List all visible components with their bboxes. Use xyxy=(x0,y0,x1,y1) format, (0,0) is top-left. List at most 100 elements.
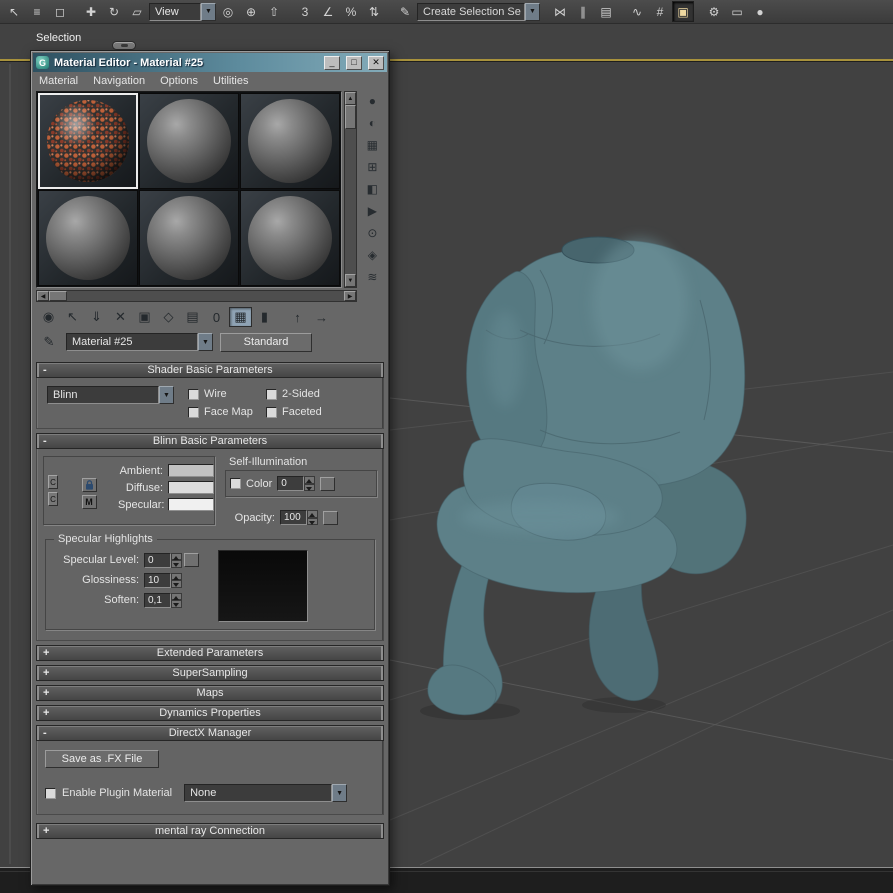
chevron-down-icon[interactable]: ▼ xyxy=(198,333,213,351)
self-illum-map-button[interactable] xyxy=(320,476,336,491)
self-illum-value[interactable]: 0 xyxy=(277,476,305,491)
background-icon[interactable]: ▦ xyxy=(363,136,381,153)
named-selection-set-combo[interactable]: Create Selection Se ▼ xyxy=(417,2,540,21)
horizontal-scroll-track[interactable] xyxy=(67,291,344,301)
spinner-down-icon[interactable] xyxy=(171,600,182,608)
rollout-header-mental-ray[interactable]: + mental ray Connection xyxy=(36,823,384,839)
wire-checkbox[interactable] xyxy=(188,388,199,400)
opacity-spinner[interactable]: 100 xyxy=(280,510,318,525)
make-preview-icon[interactable]: ▶ xyxy=(363,202,381,219)
spinner-down-icon[interactable] xyxy=(304,483,316,491)
chevron-down-icon[interactable]: ▼ xyxy=(159,386,174,404)
menu-navigation[interactable]: Navigation xyxy=(93,75,145,87)
soften-spinner[interactable]: 0,1 xyxy=(144,592,184,608)
chevron-down-icon[interactable]: ▼ xyxy=(332,784,348,802)
character-mesh[interactable] xyxy=(420,236,747,720)
spinner-up-icon[interactable] xyxy=(171,552,182,560)
select-and-rotate-icon[interactable]: ↻ xyxy=(103,1,125,22)
diffuse-color-swatch[interactable] xyxy=(168,481,214,494)
diffuse-map-button[interactable]: M xyxy=(81,495,97,509)
assign-material-to-selection-icon[interactable]: ⇓ xyxy=(85,307,108,327)
select-object-icon[interactable]: ↖ xyxy=(3,1,25,22)
select-and-manipulate-icon[interactable]: ⊕ xyxy=(240,1,262,22)
rollout-header-shader[interactable]: - Shader Basic Parameters xyxy=(36,362,384,378)
sample-slot-5[interactable] xyxy=(139,190,239,286)
named-selection-flyout-button[interactable] xyxy=(112,41,136,50)
spinner-snap-icon[interactable]: ⇅ xyxy=(363,1,385,22)
chevron-down-icon[interactable]: ▼ xyxy=(201,2,216,21)
spinner-up-icon[interactable] xyxy=(171,592,182,600)
go-forward-to-sibling-icon[interactable]: → xyxy=(310,307,333,327)
enable-plugin-material-checkbox[interactable] xyxy=(45,787,56,799)
soften-value[interactable]: 0,1 xyxy=(144,592,171,608)
rollout-header-supersampling[interactable]: + SuperSampling xyxy=(36,665,384,681)
pick-material-eyedropper-icon[interactable]: ✎ xyxy=(39,332,59,352)
shader-type-dropdown[interactable]: Blinn ▼ xyxy=(47,386,174,404)
sample-type-icon[interactable]: ● xyxy=(363,92,381,109)
select-by-name-icon[interactable]: ≡ xyxy=(26,1,48,22)
specular-level-map-button[interactable] xyxy=(184,553,199,567)
specular-level-value[interactable]: 0 xyxy=(144,552,171,568)
material-effects-channel-icon[interactable]: 0 xyxy=(205,307,228,327)
glossiness-value[interactable]: 10 xyxy=(144,572,171,588)
ambient-color-swatch[interactable] xyxy=(168,464,214,477)
sample-uv-tiling-icon[interactable]: ⊞ xyxy=(363,158,381,175)
spinner-up-icon[interactable] xyxy=(307,510,318,518)
sample-slot-1-selected[interactable] xyxy=(38,93,138,189)
ambient-diffuse-lock-icon[interactable]: C xyxy=(48,475,58,489)
self-illum-color-checkbox[interactable] xyxy=(230,478,241,489)
vertical-scroll-track[interactable] xyxy=(345,129,356,274)
use-pivot-center-icon[interactable]: ◎ xyxy=(217,1,239,22)
options-icon[interactable]: ⊙ xyxy=(363,224,381,241)
make-unique-icon[interactable]: ◇ xyxy=(157,307,180,327)
curve-editor-icon[interactable]: ∿ xyxy=(626,1,648,22)
reset-map-icon[interactable]: ✕ xyxy=(109,307,132,327)
video-color-check-icon[interactable]: ◧ xyxy=(363,180,381,197)
select-and-move-icon[interactable]: ✚ xyxy=(80,1,102,22)
render-setup-icon[interactable]: ⚙ xyxy=(703,1,725,22)
faceted-checkbox[interactable] xyxy=(266,406,277,418)
select-by-material-icon[interactable]: ◈ xyxy=(363,246,381,263)
self-illum-spinner[interactable]: 0 xyxy=(277,476,316,491)
schematic-view-icon[interactable]: # xyxy=(649,1,671,22)
sample-slot-3[interactable] xyxy=(240,93,340,189)
edit-named-selection-sets-icon[interactable]: ✎ xyxy=(394,1,416,22)
render-production-icon[interactable]: ● xyxy=(749,1,771,22)
layer-manager-icon[interactable]: ▤ xyxy=(595,1,617,22)
specular-color-swatch[interactable] xyxy=(168,498,214,511)
material-name-dropdown[interactable]: Material #25 ▼ xyxy=(66,333,213,351)
save-fx-file-button[interactable]: Save as .FX File xyxy=(45,750,159,768)
scroll-right-icon[interactable]: ▶ xyxy=(344,291,356,301)
select-and-scale-icon[interactable]: ▱ xyxy=(126,1,148,22)
rollout-header-maps[interactable]: + Maps xyxy=(36,685,384,701)
close-button[interactable]: ✕ xyxy=(368,55,384,70)
glossiness-spinner[interactable]: 10 xyxy=(144,572,184,588)
spinner-down-icon[interactable] xyxy=(171,580,182,588)
chevron-down-icon[interactable]: ▼ xyxy=(525,2,540,21)
material-type-button[interactable]: Standard xyxy=(220,332,312,352)
window-titlebar[interactable]: G Material Editor - Material #25 _ □ ✕ xyxy=(33,53,387,72)
spinner-up-icon[interactable] xyxy=(304,476,316,484)
opacity-value[interactable]: 100 xyxy=(280,510,307,525)
scroll-left-icon[interactable]: ◀ xyxy=(37,291,49,301)
make-material-copy-icon[interactable]: ▣ xyxy=(133,307,156,327)
keyboard-override-icon[interactable]: ⇧ xyxy=(263,1,285,22)
menu-material[interactable]: Material xyxy=(39,75,78,87)
rollout-header-extended-parameters[interactable]: + Extended Parameters xyxy=(36,645,384,661)
percent-snap-icon[interactable]: % xyxy=(340,1,362,22)
get-material-icon[interactable]: ◉ xyxy=(37,307,60,327)
plugin-material-dropdown[interactable]: None ▼ xyxy=(184,784,348,802)
backlight-icon[interactable]: ◐ xyxy=(363,114,381,131)
material-editor-icon[interactable]: ▣ xyxy=(672,1,694,22)
rollout-header-blinn[interactable]: - Blinn Basic Parameters xyxy=(36,433,384,449)
mirror-icon[interactable]: ⋈ xyxy=(549,1,571,22)
sample-slot-6[interactable] xyxy=(240,190,340,286)
snap-toggle-3d-icon[interactable]: 3 xyxy=(294,1,316,22)
spinner-down-icon[interactable] xyxy=(171,560,182,568)
opacity-map-button[interactable] xyxy=(323,510,338,525)
spinner-down-icon[interactable] xyxy=(307,517,318,525)
show-end-result-icon[interactable]: ▮ xyxy=(253,307,276,327)
align-icon[interactable]: ∥ xyxy=(572,1,594,22)
scroll-down-icon[interactable]: ▼ xyxy=(345,274,356,287)
slots-vertical-scrollbar[interactable]: ▲ ▼ xyxy=(344,91,357,288)
